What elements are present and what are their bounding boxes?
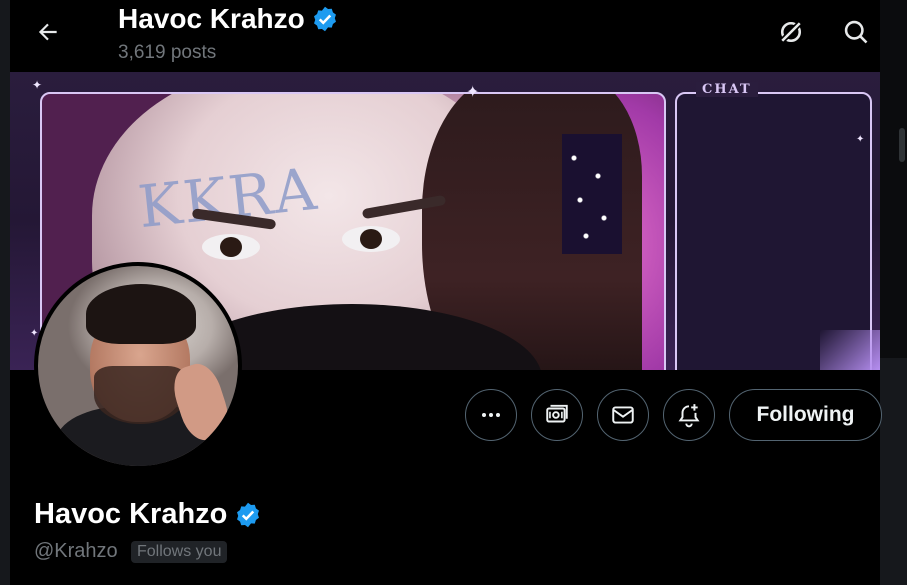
posts-count: 3,619 posts [118,42,217,63]
bell-plus-icon [678,404,700,428]
subscribe-button[interactable] [531,389,583,441]
follows-you-badge: Follows you [131,541,228,563]
banner-chat-label: CHAT [696,82,758,97]
subscribe-icon [546,404,568,423]
envelope-icon [612,406,634,424]
banner-chat-frame [675,92,872,370]
sparkle-icon: ✦ [466,84,480,101]
banner-string-lights [562,134,622,254]
sparkle-icon: ✦ [856,134,865,145]
verified-badge-icon [313,6,336,32]
grok-icon [779,20,803,44]
right-sidebar-edge [880,0,907,585]
profile-handle: @Krahzo [34,540,118,562]
verified-badge-icon[interactable] [234,501,262,529]
grok-button[interactable] [773,14,809,50]
back-arrow-icon [38,23,57,41]
header-name: Havoc Krahzo [118,3,305,34]
notifications-button[interactable] [663,389,715,441]
left-window-edge [0,0,10,585]
more-button[interactable] [465,389,517,441]
banner-eye-left [202,234,260,260]
banner-eye-right [342,226,400,252]
avatar-hair [86,284,196,344]
following-button[interactable]: Following [729,389,882,441]
banner-corner-glow [820,330,880,370]
message-button[interactable] [597,389,649,441]
display-name: Havoc Krahzo [34,498,228,530]
scrollbar-thumb[interactable] [899,128,905,162]
sparkle-icon: ✦ [32,78,43,92]
search-icon [844,20,868,44]
avatar[interactable] [34,262,242,470]
back-button[interactable] [28,12,68,52]
profile-header: Havoc Krahzo 3,619 posts [10,0,880,72]
search-button[interactable] [838,14,874,50]
more-icon [482,413,500,417]
avatar-beard [94,366,186,424]
header-title: Havoc Krahzo [118,3,339,35]
profile-name: Havoc Krahzo [34,498,262,531]
